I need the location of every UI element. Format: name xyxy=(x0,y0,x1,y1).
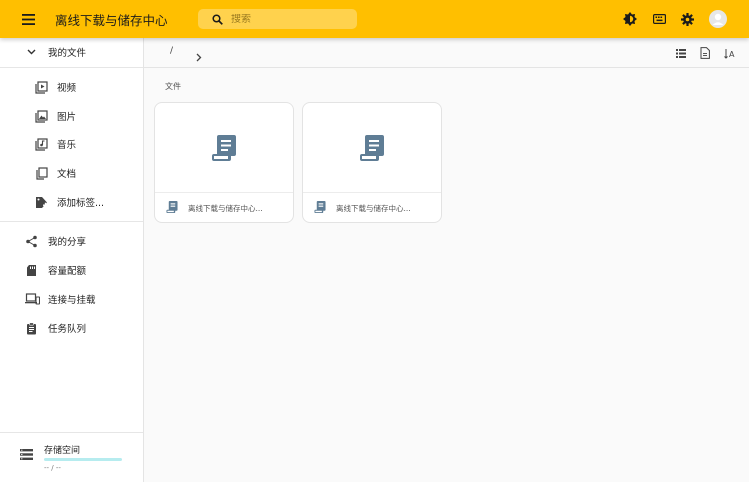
section-title-files: 文件 xyxy=(165,82,181,91)
app-bar: 离线下载与储存中心 xyxy=(0,0,749,38)
sidebar: 我的文件 视频 图片 音乐 文档 添加标签... 我的分享 容量配额 连接与挂载… xyxy=(0,38,144,482)
account-avatar[interactable] xyxy=(709,10,727,28)
list-view-icon xyxy=(676,48,686,58)
sidebar-item-my-files[interactable]: 我的文件 xyxy=(0,39,143,65)
sidebar-item-task-queue[interactable]: 任务队列 xyxy=(0,315,143,341)
file-preview xyxy=(303,103,441,192)
share-icon xyxy=(25,235,37,247)
list-view-button[interactable] xyxy=(675,47,687,59)
settings-icon xyxy=(680,12,694,26)
svg-text:A: A xyxy=(729,50,735,59)
book-file-icon xyxy=(212,134,236,161)
sidebar-item-my-shares[interactable]: 我的分享 xyxy=(0,228,143,254)
search-input[interactable] xyxy=(231,13,341,25)
keyboard-icon xyxy=(652,14,666,24)
file-toolbar: / A xyxy=(144,38,749,68)
storage-label: 存储空间 xyxy=(44,446,81,456)
tag-add-icon xyxy=(35,196,48,208)
breadcrumb-root[interactable]: / xyxy=(170,46,173,56)
theme-toggle-icon xyxy=(623,12,637,26)
sidebar-item-document[interactable]: 文档 xyxy=(0,160,143,186)
sidebar-item-add-tag[interactable]: 添加标签... xyxy=(0,189,143,215)
settings-button[interactable] xyxy=(678,10,696,28)
book-file-icon xyxy=(166,201,178,213)
sidebar-item-quota[interactable]: 容量配额 xyxy=(0,257,143,283)
sidebar-item-label: 我的分享 xyxy=(48,237,87,248)
app-title: 离线下载与储存中心 xyxy=(55,13,168,28)
book-file-icon xyxy=(314,201,326,213)
account-icon xyxy=(712,13,724,25)
sidebar-item-label: 添加标签... xyxy=(57,198,105,209)
sidebar-item-label: 容量配额 xyxy=(48,266,87,277)
file-card-footer: 离线下载与储存中心... xyxy=(303,192,441,222)
sidebar-item-label: 连接与挂载 xyxy=(48,295,96,306)
sd-card-icon xyxy=(26,264,36,276)
sidebar-item-label: 图片 xyxy=(57,112,77,123)
storage-panel[interactable]: 存储空间 -- / -- xyxy=(0,432,143,482)
search-box[interactable] xyxy=(198,9,357,29)
file-card[interactable]: 离线下载与储存中心... xyxy=(302,102,442,223)
sidebar-item-image[interactable]: 图片 xyxy=(0,103,143,129)
sidebar-item-label: 我的文件 xyxy=(48,48,87,59)
file-name: 离线下载与储存中心... xyxy=(188,204,263,213)
file-info-icon xyxy=(700,47,710,59)
storage-icon xyxy=(20,449,33,460)
breadcrumb-expand-button[interactable] xyxy=(196,47,202,66)
image-file-icon xyxy=(34,109,48,123)
devices-icon xyxy=(24,293,40,305)
theme-toggle-button[interactable] xyxy=(621,10,639,28)
music-file-icon xyxy=(34,137,48,151)
file-card-footer: 离线下载与储存中心... xyxy=(155,192,293,222)
divider xyxy=(0,67,143,68)
chevron-down-icon xyxy=(27,49,35,55)
sidebar-item-connections[interactable]: 连接与挂载 xyxy=(0,286,143,312)
clipboard-icon xyxy=(26,322,36,334)
sidebar-item-label: 文档 xyxy=(57,169,77,180)
storage-progress-bar xyxy=(44,458,122,461)
sidebar-item-video[interactable]: 视频 xyxy=(0,74,143,100)
sidebar-item-label: 视频 xyxy=(57,83,77,94)
sidebar-item-music[interactable]: 音乐 xyxy=(0,131,143,157)
video-file-icon xyxy=(34,80,48,94)
sort-icon: A xyxy=(723,48,735,59)
sidebar-item-label: 任务队列 xyxy=(48,324,87,335)
storage-amount: -- / -- xyxy=(44,464,61,472)
menu-icon xyxy=(21,13,35,25)
search-icon xyxy=(212,13,223,25)
chevron-right-icon xyxy=(196,53,202,62)
file-preview xyxy=(155,103,293,192)
sidebar-item-label: 音乐 xyxy=(57,140,77,151)
menu-button[interactable] xyxy=(18,10,38,28)
keyboard-button[interactable] xyxy=(650,10,668,28)
document-file-icon xyxy=(35,166,48,180)
file-name: 离线下载与储存中心... xyxy=(336,204,411,213)
divider xyxy=(0,221,143,222)
book-file-icon xyxy=(360,134,384,161)
file-info-button[interactable] xyxy=(699,47,711,59)
file-card[interactable]: 离线下载与储存中心... xyxy=(154,102,294,223)
sort-button[interactable]: A xyxy=(723,47,735,59)
